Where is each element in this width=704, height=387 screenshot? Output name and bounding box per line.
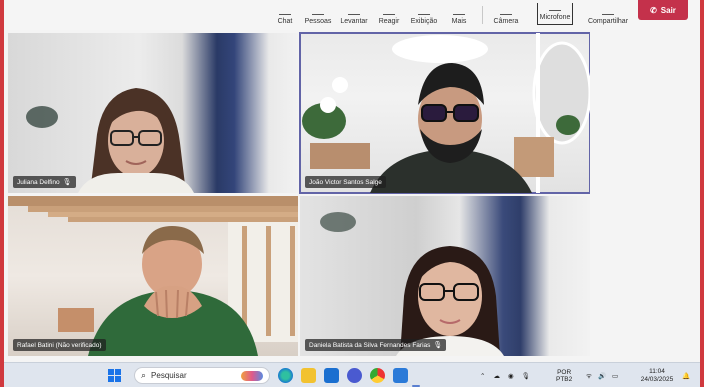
participant-name-tag: Juliana Delfino 🎙: [13, 176, 76, 188]
view-button[interactable]: Exibição: [409, 0, 439, 30]
more-icon: [453, 7, 465, 15]
file-explorer-icon[interactable]: [301, 368, 316, 383]
participant-video: [8, 196, 298, 356]
battery-icon: ▭: [612, 372, 619, 380]
chevron-up-icon[interactable]: ⌃: [480, 372, 485, 380]
leave-button[interactable]: ✆ Sair: [638, 0, 688, 20]
network-app-icon[interactable]: ◉: [508, 372, 514, 380]
video-tile-2[interactable]: João Victor Santos Salge: [299, 32, 591, 194]
video-tile-3[interactable]: Rafael Batini (Não verificado): [8, 196, 298, 356]
search-highlight-icon: [241, 370, 263, 381]
microphone-icon: [549, 3, 561, 11]
microphone-tray-icon[interactable]: 🎙: [522, 372, 530, 380]
more-button[interactable]: Mais: [448, 0, 470, 30]
video-tile-4[interactable]: Daniela Batista da Silva Fernandes Faria…: [300, 196, 590, 356]
volume-icon: 🔊: [597, 372, 607, 380]
mic-focus-box: Microfone: [536, 3, 574, 25]
teams-window: Chat Pessoas Levantar Reagir Exibição Ma…: [4, 0, 700, 387]
participant-video: [320, 212, 504, 356]
smile-icon: [383, 7, 395, 15]
share-icon: [602, 7, 614, 15]
participant-video: [26, 88, 194, 193]
outlook-icon[interactable]: [324, 368, 339, 383]
chrome-icon[interactable]: [370, 368, 385, 383]
video-tile-1[interactable]: Juliana Delfino 🎙: [8, 33, 298, 193]
meeting-toolbar: Chat Pessoas Levantar Reagir Exibição Ma…: [4, 0, 700, 30]
word-icon[interactable]: [393, 368, 408, 383]
participant-video: [302, 33, 590, 193]
chat-button[interactable]: Chat: [274, 0, 296, 30]
participant-name-tag: João Victor Santos Salge: [305, 176, 386, 188]
phone-icon: ✆: [650, 5, 657, 15]
mic-off-icon: 🎙: [433, 342, 443, 349]
windows-taskbar: ⌕ Pesquisar ⌃ ☁ ◉ 🎙 POR PTB2 ᯤ 🔊 ▭ 11:04…: [4, 362, 700, 387]
react-button[interactable]: Reagir: [377, 0, 401, 30]
notification-bell-icon[interactable]: 🔔: [682, 363, 690, 387]
hand-icon: [348, 7, 360, 15]
copilot-icon[interactable]: [278, 368, 293, 383]
language-indicator[interactable]: POR PTB2: [556, 363, 572, 387]
search-icon: ⌕: [141, 370, 147, 380]
chat-icon: [279, 7, 291, 15]
windows-start-button[interactable]: [108, 369, 121, 382]
status-icons[interactable]: ᯤ 🔊 ▭: [586, 363, 618, 387]
wifi-icon: ᯤ: [586, 373, 592, 380]
camera-icon: [500, 7, 512, 15]
raise-hand-button[interactable]: Levantar: [339, 0, 369, 30]
taskbar-search[interactable]: ⌕ Pesquisar: [134, 367, 270, 384]
mic-off-icon: 🎙: [62, 179, 72, 186]
share-button[interactable]: Compartilhar: [586, 0, 630, 30]
grid-icon: [418, 7, 430, 15]
meeting-side-area: [590, 30, 700, 360]
teams-icon[interactable]: [347, 368, 362, 383]
toolbar-divider: [482, 6, 483, 24]
camera-button[interactable]: Câmera: [492, 0, 520, 30]
people-button[interactable]: Pessoas: [304, 0, 332, 30]
clock[interactable]: 11:04 24/03/2025: [636, 363, 678, 387]
people-icon: [312, 7, 324, 15]
system-tray-icons: ⌃ ☁ ◉ 🎙: [480, 363, 530, 387]
mic-button[interactable]: Microfone: [536, 0, 574, 30]
participant-name-tag: Rafael Batini (Não verificado): [13, 339, 106, 351]
participant-name-tag: Daniela Batista da Silva Fernandes Faria…: [305, 339, 447, 351]
cloud-icon[interactable]: ☁: [493, 372, 500, 380]
